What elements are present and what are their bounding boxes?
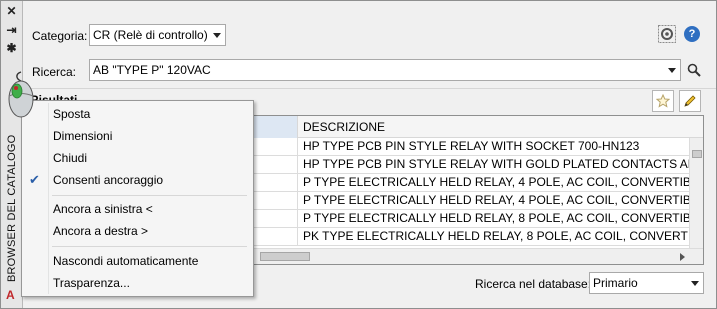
checkmark-icon: ✔: [29, 172, 40, 187]
section-divider: [23, 88, 716, 89]
menu-item-label: Consenti ancoraggio: [53, 173, 164, 187]
menu-item-close[interactable]: Chiudi: [24, 147, 251, 169]
search-icon: [687, 63, 701, 77]
autocad-logo-icon: A: [6, 288, 15, 302]
database-value: Primario: [593, 276, 638, 290]
menu-item-anchor-left[interactable]: Ancora a sinistra <: [24, 198, 251, 220]
context-menu: Sposta Dimensioni Chiudi ✔ Consenti anco…: [21, 100, 254, 297]
pencil-icon: [684, 95, 696, 107]
menu-separator: [52, 195, 247, 196]
database-select[interactable]: Primario: [589, 272, 704, 294]
menu-item-anchor-right[interactable]: Ancora a destra >: [24, 220, 251, 242]
menu-item-label: Chiudi: [53, 151, 88, 165]
description-cell: HP TYPE PCB PIN STYLE RELAY WITH GOLD PL…: [303, 157, 691, 171]
settings-button[interactable]: [656, 23, 678, 45]
category-value: CR (Relè di controllo): [93, 28, 208, 42]
menu-item-size[interactable]: Dimensioni: [24, 125, 251, 147]
star-icon: [656, 94, 670, 108]
menu-item-label: Sposta: [53, 107, 91, 121]
menu-item-auto-hide[interactable]: Nascondi automaticamente: [24, 250, 251, 272]
edit-button[interactable]: [679, 90, 701, 112]
palette-title-bar[interactable]: ✕ ⇥ ✱ BROWSER DEL CATALOGO A: [1, 1, 23, 308]
menu-item-allow-docking[interactable]: ✔ Consenti ancoraggio: [24, 169, 251, 191]
description-cell: P TYPE ELECTRICALLY HELD RELAY, 4 POLE, …: [303, 193, 691, 207]
menu-item-label: Dimensioni: [53, 129, 113, 143]
category-select[interactable]: CR (Relè di controllo): [89, 24, 226, 46]
close-icon[interactable]: ✕: [4, 4, 19, 18]
scrollbar-thumb[interactable]: [260, 252, 310, 261]
menu-item-label: Ancora a sinistra <: [53, 202, 153, 216]
description-cell: HP TYPE PCB PIN STYLE RELAY WITH SOCKET …: [303, 139, 640, 153]
search-value: AB "TYPE P" 120VAC: [93, 63, 211, 77]
category-label: Categoria:: [32, 29, 88, 43]
palette-title: BROWSER DEL CATALOGO: [6, 134, 18, 282]
help-icon: ?: [684, 26, 700, 42]
scrollbar-thumb[interactable]: [692, 150, 702, 158]
database-label: Ricerca nel database:: [475, 277, 592, 291]
description-cell: PK TYPE ELECTRICALLY HELD RELAY, 8 POLE,…: [303, 229, 691, 243]
menu-item-transparency[interactable]: Trasparenza...: [24, 272, 251, 294]
scroll-right-icon[interactable]: [680, 253, 685, 261]
vertical-scrollbar[interactable]: [689, 138, 703, 249]
favorites-button[interactable]: [652, 90, 674, 112]
search-input[interactable]: AB "TYPE P" 120VAC: [89, 59, 681, 81]
chevron-down-icon: [668, 68, 676, 73]
pin-icon[interactable]: ⇥: [4, 23, 19, 37]
description-cell: P TYPE ELECTRICALLY HELD RELAY, 8 POLE, …: [303, 211, 691, 225]
description-cell: P TYPE ELECTRICALLY HELD RELAY, 4 POLE, …: [303, 175, 691, 189]
column-header-description[interactable]: DESCRIZIONE: [303, 116, 385, 138]
gear-icon: [658, 25, 676, 43]
menu-item-label: Nascondi automaticamente: [53, 254, 199, 268]
menu-item-move[interactable]: Sposta: [24, 103, 251, 125]
mouse-icon: [8, 71, 34, 118]
properties-icon[interactable]: ✱: [4, 41, 19, 55]
menu-separator: [52, 246, 247, 247]
catalog-browser-window: ✕ ⇥ ✱ BROWSER DEL CATALOGO A Categoria: …: [0, 0, 717, 309]
help-button[interactable]: ?: [681, 23, 703, 45]
search-button[interactable]: [683, 59, 705, 81]
menu-item-label: Ancora a destra >: [53, 224, 149, 238]
chevron-down-icon: [213, 33, 221, 38]
menu-item-label: Trasparenza...: [53, 276, 130, 290]
chevron-down-icon: [691, 281, 699, 286]
